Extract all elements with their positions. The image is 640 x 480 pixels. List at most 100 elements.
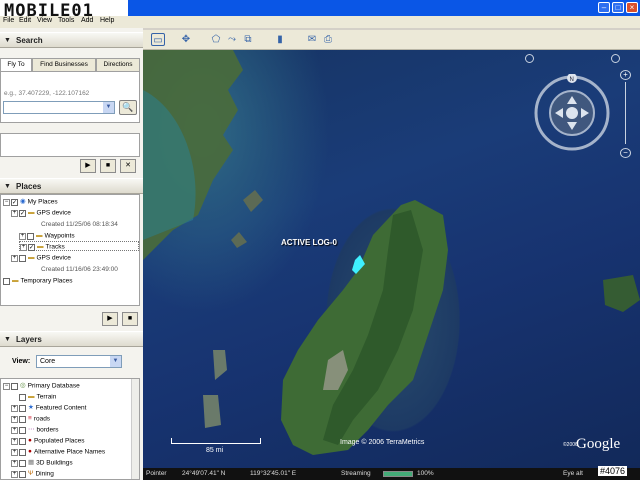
tree-item-tracks[interactable]: + ✓ ▬ Tracks: [19, 241, 139, 251]
play-icon[interactable]: ▶: [80, 159, 96, 173]
sidebar-toggle-icon[interactable]: ▭: [151, 33, 165, 46]
layer-item[interactable]: + Ψ Dining: [11, 469, 54, 479]
layer-item[interactable]: + ● Populated Places: [11, 436, 85, 446]
layers-tree: − ◎ Primary Database ▬ Terrain + ★ Featured C…: [0, 378, 140, 480]
overlay-icon[interactable]: ⧉: [241, 33, 255, 46]
zoom-track: [625, 82, 626, 144]
zoom-out-icon[interactable]: −: [620, 148, 631, 158]
collapse-arrow-icon: ▼: [4, 37, 11, 44]
tree-item-gps-device[interactable]: + ✓ ▬ GPS device: [11, 208, 71, 218]
collapse-icon[interactable]: −: [3, 198, 10, 206]
checkbox[interactable]: [19, 459, 26, 467]
clear-icon[interactable]: ✕: [120, 159, 136, 173]
menu-help[interactable]: Help: [100, 17, 114, 24]
play-icon[interactable]: ▶: [102, 312, 118, 326]
polygon-icon[interactable]: ⬠: [209, 33, 223, 46]
collapse-arrow-icon: ▼: [4, 336, 11, 343]
layer-item[interactable]: + ★ Featured Content: [11, 403, 86, 413]
tree-item-waypoints[interactable]: + ▬ Waypoints: [19, 231, 75, 241]
collapse-arrow-icon: ▼: [4, 183, 11, 190]
chevron-down-icon[interactable]: ▼: [103, 102, 114, 113]
expand-icon[interactable]: +: [11, 459, 18, 467]
layer-item[interactable]: + ≡ roads: [11, 414, 50, 424]
expand-icon[interactable]: +: [11, 209, 18, 217]
tree-item-my-places[interactable]: − ✓ ◉ My Places: [3, 197, 58, 207]
menu-tools[interactable]: Tools: [58, 17, 74, 24]
layers-scrollbar[interactable]: [131, 379, 139, 479]
compass-icon[interactable]: N: [533, 73, 611, 152]
move-icon[interactable]: [611, 54, 620, 63]
expand-icon[interactable]: +: [11, 426, 18, 434]
tab-directions[interactable]: Directions: [96, 58, 140, 72]
checkbox[interactable]: [19, 404, 26, 412]
layer-item[interactable]: + ● Alternative Place Names: [11, 447, 105, 457]
expand-icon[interactable]: +: [11, 437, 18, 445]
menu-view[interactable]: View: [37, 17, 52, 24]
expand-icon[interactable]: +: [20, 243, 27, 251]
checkbox[interactable]: [27, 232, 34, 240]
menu-add[interactable]: Add: [81, 17, 93, 24]
zoom-in-icon[interactable]: +: [620, 70, 631, 80]
path-icon[interactable]: ⤳: [225, 33, 239, 46]
star-icon: ★: [28, 404, 34, 411]
checkbox[interactable]: [19, 470, 26, 478]
checkbox[interactable]: [19, 437, 26, 445]
checkbox[interactable]: ✓: [11, 198, 18, 206]
checkbox[interactable]: [19, 448, 26, 456]
checkbox[interactable]: [11, 382, 18, 390]
expand-icon[interactable]: +: [19, 232, 26, 240]
checkbox[interactable]: [19, 426, 26, 434]
close-button[interactable]: ×: [626, 2, 638, 13]
checkbox[interactable]: [19, 254, 26, 262]
search-tabs: Fly To Find Businesses Directions: [0, 58, 140, 72]
road-icon: ≡: [28, 415, 32, 422]
layers-panel-header[interactable]: ▼ Layers: [0, 331, 143, 347]
checkbox[interactable]: ✓: [19, 209, 26, 217]
folder-icon: ▬: [12, 277, 19, 284]
look-icon[interactable]: [525, 54, 534, 63]
folder-icon: ▬: [37, 243, 44, 250]
checkbox[interactable]: ✓: [28, 243, 35, 251]
places-panel-header[interactable]: ▼ Places: [0, 178, 143, 194]
view-select[interactable]: Core ▼: [36, 355, 122, 368]
ruler-icon[interactable]: ▮: [273, 33, 287, 46]
layer-item[interactable]: − ◎ Primary Database: [3, 381, 80, 391]
checkbox[interactable]: [19, 415, 26, 423]
layer-item[interactable]: + ⋯ borders: [11, 425, 59, 435]
search-input[interactable]: ▼: [3, 101, 115, 114]
print-icon[interactable]: ⎙: [321, 33, 335, 46]
expand-icon[interactable]: +: [11, 404, 18, 412]
email-icon[interactable]: ✉: [305, 33, 319, 46]
layer-item[interactable]: ▬ Terrain: [19, 392, 56, 402]
tree-item-created-date: Created 11/16/06 23:49:00: [41, 266, 118, 273]
menu-edit[interactable]: Edit: [19, 17, 31, 24]
minimize-button[interactable]: –: [598, 2, 610, 13]
menu-file[interactable]: File: [3, 17, 14, 24]
scale-label: 85 mi: [206, 447, 224, 454]
pointer-latitude: 24°49'07.41" N: [182, 470, 226, 477]
checkbox[interactable]: [19, 393, 26, 401]
search-icon: 🔍: [122, 102, 134, 112]
collapse-icon[interactable]: −: [3, 382, 10, 390]
expand-icon[interactable]: +: [11, 254, 18, 262]
expand-icon[interactable]: +: [11, 448, 18, 456]
zoom-slider[interactable]: + −: [620, 70, 631, 160]
search-button[interactable]: 🔍: [119, 100, 137, 115]
tree-item-gps-device-2[interactable]: + ▬ GPS device: [11, 253, 71, 263]
expand-icon[interactable]: +: [11, 470, 18, 478]
navigation-controls[interactable]: N: [533, 73, 611, 152]
tab-find-businesses[interactable]: Find Businesses: [32, 58, 96, 72]
chevron-down-icon[interactable]: ▼: [110, 356, 121, 367]
search-panel-header[interactable]: ▼ Search: [0, 32, 143, 48]
tree-item-temporary-places[interactable]: ▬ Temporary Places: [3, 276, 73, 286]
layer-item[interactable]: + ▦ 3D Buildings: [11, 458, 73, 468]
placemark-icon[interactable]: ✥: [179, 33, 193, 46]
map-view[interactable]: ACTIVE LOG-0 N + − 85 mi Image © 2006 Te…: [143, 50, 640, 468]
stop-icon[interactable]: ■: [100, 159, 116, 173]
scale-bar: [171, 438, 261, 444]
maximize-button[interactable]: □: [612, 2, 624, 13]
tab-fly-to[interactable]: Fly To: [0, 58, 32, 72]
checkbox[interactable]: [3, 277, 10, 285]
expand-icon[interactable]: +: [11, 415, 18, 423]
stop-icon[interactable]: ■: [122, 312, 138, 326]
